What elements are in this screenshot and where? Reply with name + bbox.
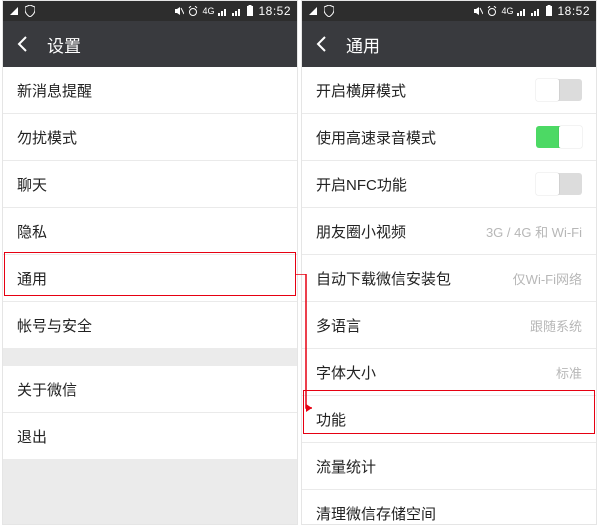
- row-label: 使用高速录音模式: [316, 127, 436, 148]
- status-time: 18:52: [557, 4, 590, 18]
- row-label: 帐号与安全: [17, 315, 92, 336]
- back-button[interactable]: [312, 34, 332, 54]
- row-label: 开启横屏模式: [316, 80, 406, 101]
- row-chat[interactable]: 聊天: [3, 161, 297, 208]
- general-screen: 4G 18:52 通用 开启横屏模式 使用高速录音模式 开启NFC功能 朋友圈小…: [301, 0, 597, 525]
- row-label: 勿扰模式: [17, 127, 77, 148]
- row-do-not-disturb[interactable]: 勿扰模式: [3, 114, 297, 161]
- battery-icon: [545, 5, 553, 17]
- shield-icon: [324, 5, 334, 17]
- signal-icon-2: [531, 6, 541, 16]
- net-4g-label: 4G: [202, 6, 214, 16]
- row-about[interactable]: 关于微信: [3, 366, 297, 413]
- row-label: 开启NFC功能: [316, 174, 407, 195]
- shield-icon: [25, 5, 35, 17]
- row-language[interactable]: 多语言 跟随系统: [302, 302, 596, 349]
- page-title: 通用: [346, 32, 380, 57]
- row-label: 功能: [316, 409, 346, 430]
- row-features[interactable]: 功能: [302, 396, 596, 443]
- mute-icon: [174, 6, 184, 16]
- settings-group-2: 关于微信 退出: [3, 366, 297, 459]
- row-logout[interactable]: 退出: [3, 413, 297, 459]
- net-4g-label: 4G: [501, 6, 513, 16]
- settings-group-1: 新消息提醒 勿扰模式 聊天 隐私 通用 帐号与安全: [3, 67, 297, 348]
- row-value: 仅Wi-Fi网络: [513, 269, 582, 288]
- general-list: 开启横屏模式 使用高速录音模式 开启NFC功能 朋友圈小视频 3G / 4G 和 …: [302, 67, 596, 525]
- row-moments-video[interactable]: 朋友圈小视频 3G / 4G 和 Wi-Fi: [302, 208, 596, 255]
- status-bar: 4G 18:52: [302, 1, 596, 21]
- row-label: 新消息提醒: [17, 80, 92, 101]
- mute-icon: [473, 6, 483, 16]
- settings-screen: 4G 18:52 设置 新消息提醒 勿扰模式 聊天 隐私 通用 帐号与安全 关于…: [2, 0, 298, 525]
- row-font-size[interactable]: 字体大小 标准: [302, 349, 596, 396]
- row-value: 标准: [556, 363, 582, 382]
- row-label: 流量统计: [316, 456, 376, 477]
- row-fast-record[interactable]: 使用高速录音模式: [302, 114, 596, 161]
- row-label: 多语言: [316, 315, 361, 336]
- header-bar: 设置: [3, 21, 297, 67]
- row-label: 退出: [17, 426, 47, 447]
- switch-toggle[interactable]: [536, 79, 582, 101]
- status-time: 18:52: [258, 4, 291, 18]
- network-icon: [308, 6, 318, 16]
- network-icon: [9, 6, 19, 16]
- row-nfc[interactable]: 开启NFC功能: [302, 161, 596, 208]
- row-general[interactable]: 通用: [3, 255, 297, 302]
- alarm-icon: [188, 6, 198, 16]
- row-auto-download[interactable]: 自动下载微信安装包 仅Wi-Fi网络: [302, 255, 596, 302]
- section-gap: [3, 348, 297, 366]
- row-new-message-alert[interactable]: 新消息提醒: [3, 67, 297, 114]
- battery-icon: [246, 5, 254, 17]
- signal-icon-2: [232, 6, 242, 16]
- row-label: 朋友圈小视频: [316, 221, 406, 242]
- page-title: 设置: [47, 32, 81, 57]
- row-label: 字体大小: [316, 362, 376, 383]
- row-label: 聊天: [17, 174, 47, 195]
- signal-icon: [517, 6, 527, 16]
- alarm-icon: [487, 6, 497, 16]
- row-value: 跟随系统: [530, 316, 582, 335]
- row-privacy[interactable]: 隐私: [3, 208, 297, 255]
- status-bar: 4G 18:52: [3, 1, 297, 21]
- signal-icon: [218, 6, 228, 16]
- row-label: 隐私: [17, 221, 47, 242]
- row-label: 通用: [17, 268, 47, 289]
- row-label: 关于微信: [17, 379, 77, 400]
- row-label: 自动下载微信安装包: [316, 268, 451, 289]
- switch-toggle[interactable]: [536, 173, 582, 195]
- switch-toggle[interactable]: [536, 126, 582, 148]
- back-button[interactable]: [13, 34, 33, 54]
- row-clear-storage[interactable]: 清理微信存储空间: [302, 490, 596, 525]
- row-traffic-stats[interactable]: 流量统计: [302, 443, 596, 490]
- header-bar: 通用: [302, 21, 596, 67]
- row-label: 清理微信存储空间: [316, 503, 436, 524]
- row-landscape-mode[interactable]: 开启横屏模式: [302, 67, 596, 114]
- row-value: 3G / 4G 和 Wi-Fi: [486, 222, 582, 241]
- row-account-security[interactable]: 帐号与安全: [3, 302, 297, 348]
